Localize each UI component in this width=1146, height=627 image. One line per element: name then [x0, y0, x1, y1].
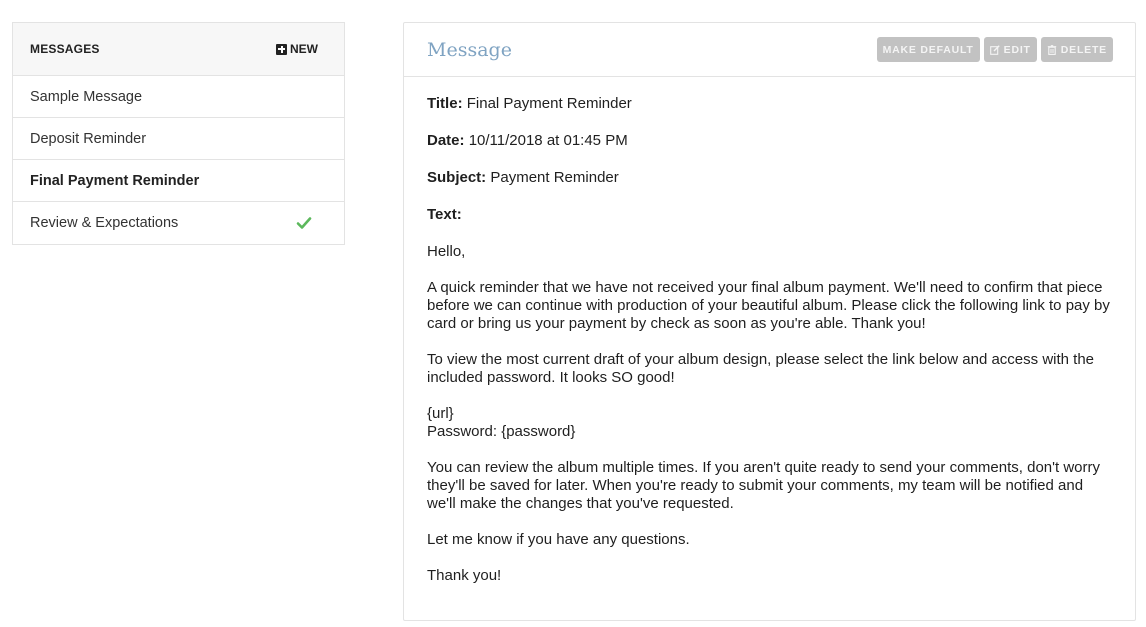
body-paragraph-2: To view the most current draft of your a… — [427, 351, 1095, 386]
edit-icon — [989, 44, 1000, 55]
sidebar-item-label: Review & Expectations — [30, 215, 179, 231]
sidebar-item-final-payment-reminder[interactable]: Final Payment Reminder — [13, 160, 344, 202]
body-greeting: Hello, — [427, 243, 466, 260]
sidebar-item-deposit-reminder[interactable]: Deposit Reminder — [13, 118, 344, 160]
date-label: Date: — [427, 132, 465, 149]
text-field: Text: — [427, 206, 1112, 224]
sidebar-item-review-expectations[interactable]: Review & Expectations — [13, 202, 344, 244]
edit-label: EDIT — [1003, 43, 1031, 56]
message-list: Sample Message Deposit Reminder Final Pa… — [13, 76, 344, 244]
messages-sidebar: MESSAGES NEW Sample Message Deposit Remi… — [12, 22, 345, 245]
date-value: 10/11/2018 at 01:45 PM — [468, 132, 628, 149]
text-label: Text: — [427, 206, 462, 223]
title-value: Final Payment Reminder — [466, 95, 632, 112]
password-placeholder: Password: {password} — [427, 423, 576, 440]
message-panel: Message MAKE DEFAULT EDIT DELETE Title: … — [403, 22, 1136, 621]
message-body: Title: Final Payment Reminder Date: 10/1… — [404, 77, 1135, 585]
make-default-button[interactable]: MAKE DEFAULT — [876, 37, 980, 62]
delete-label: DELETE — [1060, 43, 1107, 56]
url-placeholder: {url} — [427, 405, 454, 422]
sidebar-header: MESSAGES NEW — [13, 23, 344, 76]
title-label: Title: — [427, 95, 463, 112]
title-field: Title: Final Payment Reminder — [427, 95, 1112, 113]
body-url-block: {url} Password: {password} — [427, 405, 1112, 441]
sidebar-item-label: Deposit Reminder — [30, 130, 147, 147]
delete-button[interactable]: DELETE — [1040, 37, 1113, 62]
edit-button[interactable]: EDIT — [983, 37, 1037, 62]
sidebar-item-sample-message[interactable]: Sample Message — [13, 76, 344, 118]
plus-square-icon — [276, 43, 287, 55]
sidebar-item-label: Sample Message — [30, 88, 143, 105]
body-closing: Thank you! — [427, 567, 502, 584]
new-message-button[interactable]: NEW — [276, 42, 318, 56]
message-actions: MAKE DEFAULT EDIT DELETE — [876, 37, 1113, 62]
subject-value: Payment Reminder — [490, 169, 619, 186]
subject-field: Subject: Payment Reminder — [427, 169, 1112, 187]
body-paragraph-3: You can review the album multiple times.… — [427, 459, 1101, 512]
sidebar-title: MESSAGES — [30, 42, 100, 56]
new-button-label: NEW — [290, 42, 318, 56]
sidebar-item-label: Final Payment Reminder — [30, 172, 200, 189]
subject-label: Subject: — [427, 169, 487, 186]
trash-icon — [1047, 44, 1056, 55]
date-field: Date: 10/11/2018 at 01:45 PM — [427, 132, 1112, 150]
body-paragraph-1: A quick reminder that we have not receiv… — [427, 279, 1110, 332]
panel-title: Message — [427, 38, 512, 61]
panel-header: Message MAKE DEFAULT EDIT DELETE — [404, 23, 1135, 77]
make-default-label: MAKE DEFAULT — [882, 43, 974, 56]
check-icon — [296, 217, 312, 229]
page: MESSAGES NEW Sample Message Deposit Remi… — [0, 0, 1146, 627]
body-paragraph-4: Let me know if you have any questions. — [427, 531, 690, 548]
